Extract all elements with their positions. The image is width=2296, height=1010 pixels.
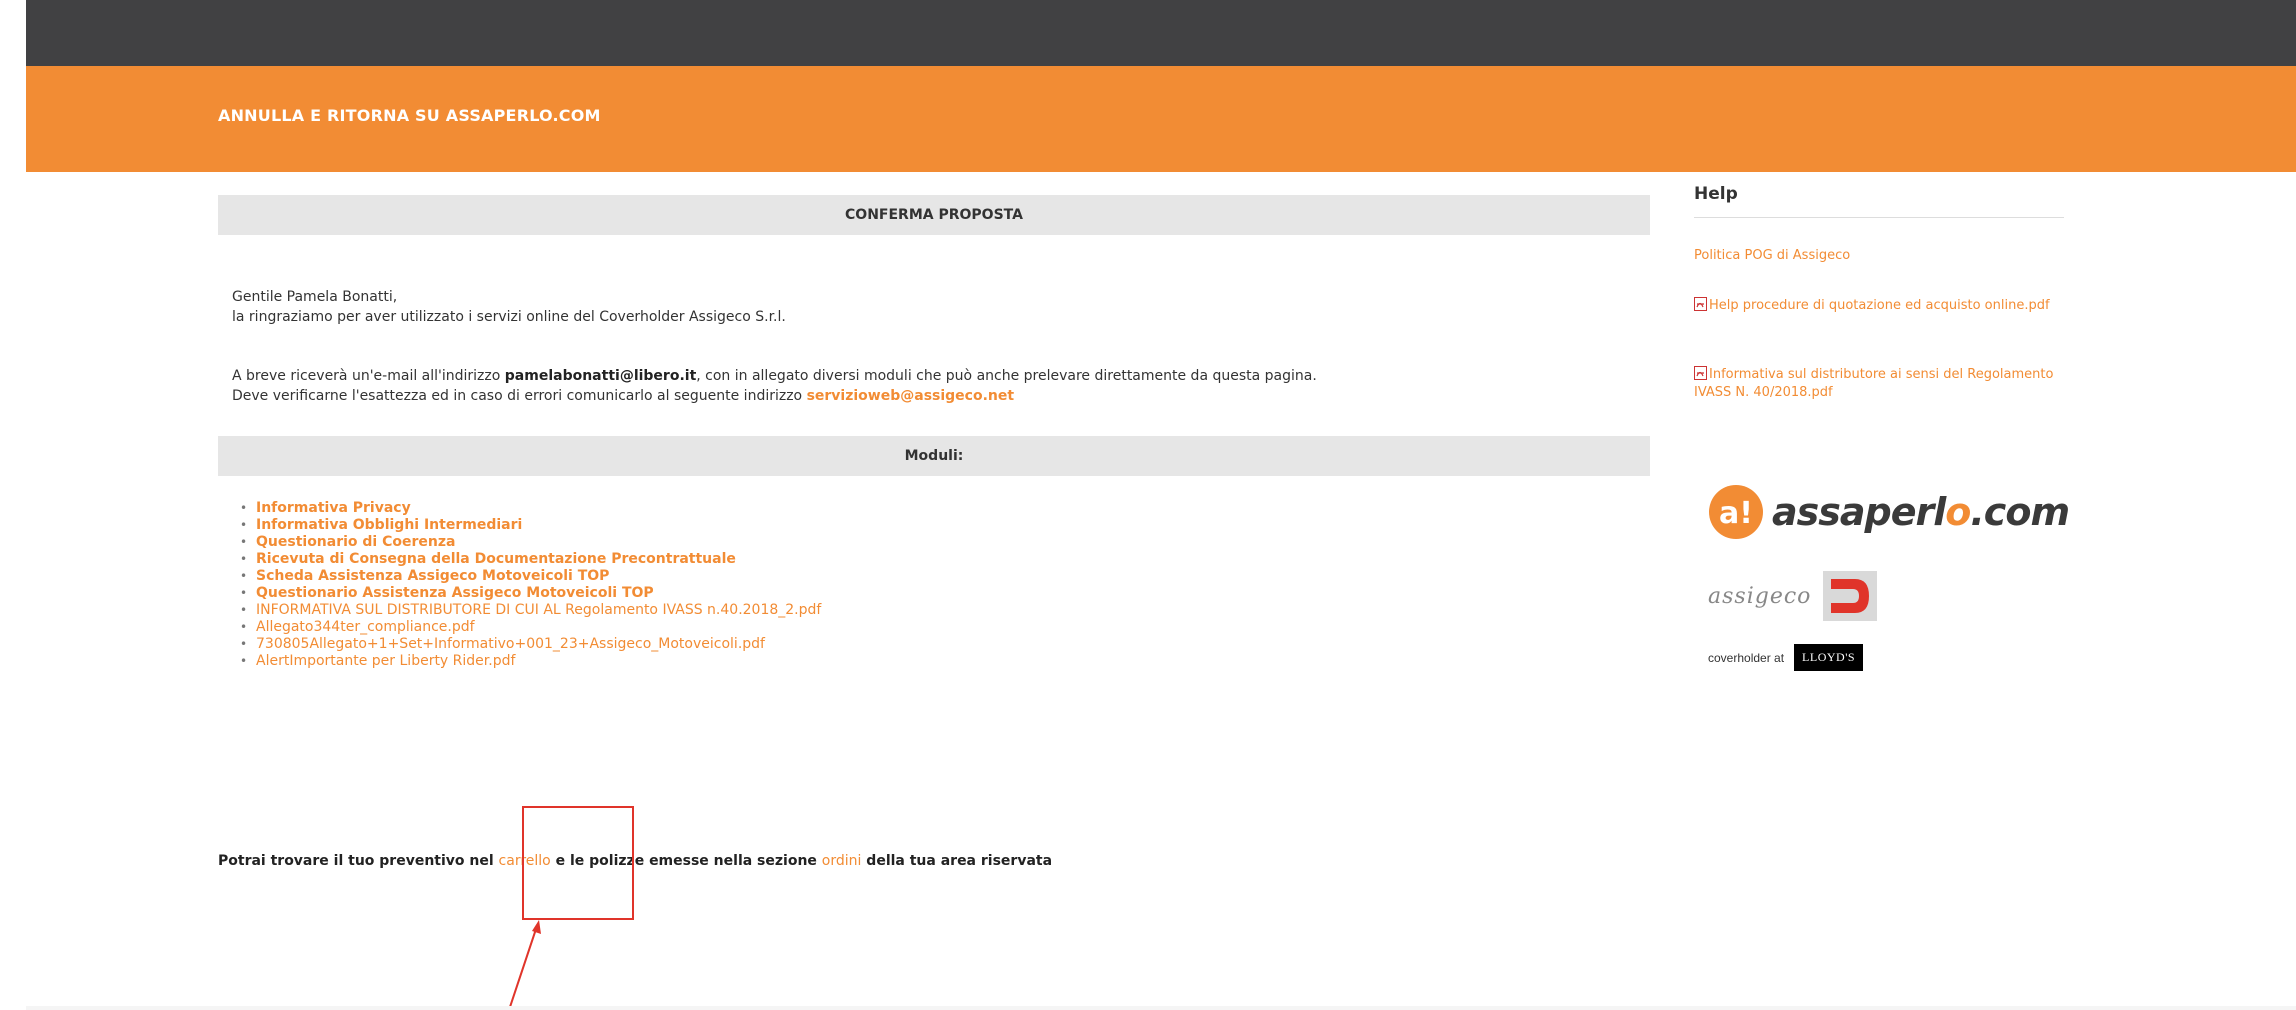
email-paragraph: A breve riceverà un'e-mail all'indirizzo… — [232, 366, 1317, 406]
modulo-link[interactable]: Informativa Privacy — [256, 500, 411, 516]
verify-line: Deve verificarne l'esattezza ed in caso … — [232, 388, 807, 404]
top-dark-bar — [26, 0, 2296, 66]
thanks-text: la ringraziamo per aver utilizzato i ser… — [232, 309, 786, 325]
lloyds-logo: LLOYD'S — [1794, 644, 1864, 671]
list-item: • Informativa Obblighi Intermediari — [240, 517, 523, 533]
list-item: • Scheda Assistenza Assigeco Motoveicoli … — [240, 568, 610, 584]
greeting-paragraph: Gentile Pamela Bonatti, la ringraziamo p… — [232, 287, 786, 327]
modulo-link[interactable]: Informativa Obblighi Intermediari — [256, 517, 522, 533]
assigeco-logo: assigeco — [1708, 571, 1878, 621]
support-email-link[interactable]: servizioweb@assigeco.net — [807, 388, 1015, 404]
greeting-text: Gentile Pamela Bonatti, — [232, 289, 398, 305]
modulo-link[interactable]: INFORMATIVA SUL DISTRIBUTORE DI CUI AL R… — [256, 602, 821, 618]
assigeco-emblem-icon — [1823, 571, 1878, 621]
modulo-link[interactable]: 730805Allegato+1+Set+Informativo+001_23+… — [256, 636, 765, 652]
help-procedure-item: Help procedure di quotazione ed acquisto… — [1694, 297, 2054, 315]
list-item: • Questionario di Coerenza — [240, 534, 456, 550]
pog-policy-link[interactable]: Politica POG di Assigeco — [1694, 247, 2054, 265]
cancel-return-link[interactable]: ANNULLA E RITORNA SU ASSAPERLO.COM — [218, 106, 601, 125]
confirm-proposal-header: CONFERMA PROPOSTA — [218, 195, 1650, 235]
modulo-link[interactable]: Ricevuta di Consegna della Documentazion… — [256, 551, 736, 567]
pdf-icon — [1694, 297, 1707, 311]
assaperlo-logo: a! assaperlo.com — [1708, 484, 2070, 540]
footer-text-after: della tua area riservata — [861, 853, 1053, 869]
footer-text-before: Potrai trovare il tuo preventivo nel — [218, 853, 499, 869]
annotation-highlight-box — [522, 806, 634, 920]
list-item: • Informativa Privacy — [240, 500, 411, 516]
email-line-before: A breve riceverà un'e-mail all'indirizzo — [232, 368, 505, 384]
modulo-link[interactable]: Scheda Assistenza Assigeco Motoveicoli T… — [256, 568, 609, 584]
email-line-after: , con in allegato diversi moduli che può… — [696, 368, 1317, 384]
assaperlo-badge-text: a! — [1719, 496, 1753, 531]
distributor-info-item: Informativa sul distributore ai sensi de… — [1694, 366, 2054, 402]
list-item: • INFORMATIVA SUL DISTRIBUTORE DI CUI AL … — [240, 602, 822, 618]
assigeco-wordmark: assigeco — [1708, 583, 1812, 609]
coverholder-lloyds: coverholder at LLOYD'S — [1708, 644, 1864, 671]
footer-message: Potrai trovare il tuo preventivo nel car… — [218, 853, 1052, 869]
customer-email: pamelabonatti@libero.it — [504, 368, 697, 384]
list-item: • Ricevuta di Consegna della Documentazio… — [240, 551, 736, 567]
list-item: • Allegato344ter_compliance.pdf — [240, 619, 475, 635]
help-title: Help — [1694, 184, 1738, 204]
list-item: • Questionario Assistenza Assigeco Motove… — [240, 585, 654, 601]
bottom-divider — [26, 1006, 2296, 1010]
distributor-info-link[interactable]: Informativa sul distributore ai sensi de… — [1694, 367, 2053, 400]
orders-link[interactable]: ordini — [822, 853, 862, 869]
moduli-list: • Informativa Privacy • Informativa Obblig… — [240, 500, 822, 670]
help-procedure-link[interactable]: Help procedure di quotazione ed acquisto… — [1709, 298, 2050, 313]
moduli-header: Moduli: — [218, 436, 1650, 476]
modulo-link[interactable]: Questionario di Coerenza — [256, 534, 455, 550]
modulo-link[interactable]: AlertImportante per Liberty Rider.pdf — [256, 653, 515, 669]
assaperlo-wordmark: assaperlo.com — [1772, 490, 2070, 534]
list-item: • AlertImportante per Liberty Rider.pdf — [240, 653, 516, 669]
modulo-link[interactable]: Allegato344ter_compliance.pdf — [256, 619, 475, 635]
help-divider — [1694, 217, 2064, 218]
modulo-link[interactable]: Questionario Assistenza Assigeco Motovei… — [256, 585, 654, 601]
list-item: • 730805Allegato+1+Set+Informativo+001_23… — [240, 636, 765, 652]
annotation-arrow-icon — [508, 920, 541, 1010]
pdf-icon — [1694, 366, 1707, 380]
assaperlo-badge-icon: a! — [1709, 485, 1763, 539]
coverholder-text: coverholder at — [1708, 650, 1785, 665]
